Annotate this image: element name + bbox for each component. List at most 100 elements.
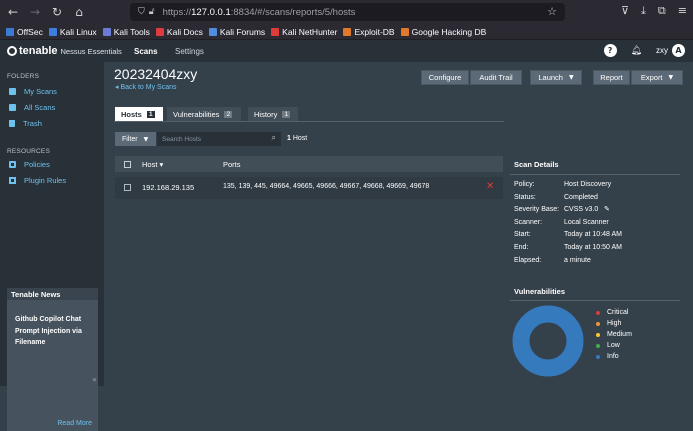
tab-vulnerabilities[interactable]: Vulnerabilities 2	[167, 107, 241, 121]
bookmark-label: Google Hacking DB	[411, 26, 487, 37]
sidebar-item-label: Plugin Rules	[24, 176, 67, 185]
sidebar-item-label: My Scans	[24, 87, 57, 96]
menu-icon[interactable]: ≡	[678, 4, 687, 18]
bookmark-favicon-icon	[102, 27, 111, 36]
detail-value: CVSS v3.0	[564, 206, 599, 214]
page-title: 20232404zxy	[114, 66, 198, 82]
sidebar-item-all-scans[interactable]: All Scans	[9, 103, 55, 112]
detail-value: a minute	[564, 256, 591, 264]
detail-label: Policy:	[514, 181, 535, 188]
configure-button[interactable]: Configure	[421, 70, 469, 85]
home-icon[interactable]: ⌂	[70, 5, 88, 19]
bookmark-item[interactable]: Google Hacking DB	[400, 26, 487, 37]
report-button[interactable]: Report	[593, 70, 630, 85]
bookmark-label: Kali Linux	[59, 26, 97, 37]
sidebar-item-trash[interactable]: Trash	[9, 119, 42, 128]
row-checkbox[interactable]	[124, 184, 131, 191]
legend-label: Info	[607, 353, 619, 360]
tab-label: Hosts	[121, 109, 142, 119]
app-header: tenable Nessus Essentials Scans Settings…	[0, 40, 693, 62]
legend-item[interactable]: Medium	[596, 331, 632, 338]
sidebar-item-plugin-rules[interactable]: Plugin Rules	[9, 176, 66, 185]
legend-item[interactable]: Info	[596, 353, 619, 360]
host-ip: 192.168.29.135	[142, 183, 195, 192]
bookmark-favicon-icon	[343, 27, 352, 36]
bookmark-item[interactable]: Kali Docs	[155, 27, 203, 37]
bookmarks-bar: OffSec Kali Linux Kali Tools Kali Docs Kali …	[0, 24, 693, 40]
forward-arrow-icon[interactable]: →	[26, 5, 44, 19]
detail-label: Status:	[514, 193, 536, 201]
resources-heading: RESOURCES	[7, 148, 50, 155]
search-hosts-input[interactable]	[160, 134, 260, 144]
select-all-checkbox[interactable]	[124, 161, 131, 168]
tenable-logo-icon	[7, 46, 17, 56]
tab-label: History	[254, 109, 278, 119]
shield-icon[interactable]: ⛉	[138, 7, 145, 17]
bookmark-item[interactable]: Exploit-DB	[343, 27, 395, 37]
tab-hosts[interactable]: Hosts 1	[115, 107, 163, 121]
browser-actions: ⊽ ⤓ ⧉ ≡	[621, 4, 687, 18]
bookmark-item[interactable]: Kali Tools	[102, 27, 150, 37]
bookmark-item[interactable]: Kali NetHunter	[271, 27, 337, 37]
bookmark-item[interactable]: OffSec	[6, 27, 43, 37]
lock-warning-icon[interactable]: 🔓︎	[149, 7, 155, 17]
news-headline[interactable]: Github Copilot Chat Prompt Injection via…	[15, 314, 95, 349]
host-count-word: Host	[292, 135, 308, 142]
bookmark-item[interactable]: Kali Linux	[48, 26, 97, 37]
address-bar[interactable]: ⛉ 🔓︎ https://127.0.0.1:8834/#/scans/repo…	[130, 3, 565, 21]
donut-segment-info[interactable]	[512, 305, 584, 377]
filter-button[interactable]: Filter ▼	[115, 132, 156, 146]
user-menu[interactable]: zxy A	[656, 44, 685, 57]
ports-column-header[interactable]: Ports	[223, 160, 241, 169]
detail-label: End:	[514, 244, 529, 251]
launch-button[interactable]: Launch ▼	[530, 70, 582, 85]
extensions-icon[interactable]: ⧉	[658, 4, 666, 18]
bookmark-item[interactable]: Kali Forums	[208, 27, 265, 37]
nav-scans[interactable]: Scans	[134, 47, 158, 56]
legend-item[interactable]: Critical	[596, 309, 628, 316]
legend-dot	[596, 310, 600, 315]
sidebar-item-my-scans[interactable]: My Scans	[9, 87, 57, 96]
tab-history[interactable]: History 1	[248, 107, 298, 121]
vulnerabilities-donut-chart[interactable]	[512, 305, 584, 377]
legend-item[interactable]: Low	[596, 342, 620, 349]
audit-trail-button[interactable]: Audit Trail	[470, 70, 522, 85]
host-count: 1 Host	[287, 135, 307, 142]
browser-toolbar: ← → ↻ ⌂ ⛉ 🔓︎ https://127.0.0.1:8834/#/sc…	[0, 0, 693, 24]
tab-count-badge: 1	[282, 110, 291, 118]
downloads-icon[interactable]: ⤓	[641, 4, 646, 18]
folder-icon	[9, 104, 16, 111]
url-text[interactable]: https://127.0.0.1:8834/#/scans/reports/5…	[163, 7, 356, 18]
back-arrow-icon[interactable]: ←	[4, 5, 22, 19]
notifications-bell-icon[interactable]: 🔔︎	[631, 46, 642, 56]
detail-value: Completed	[564, 193, 598, 201]
help-icon[interactable]: ?	[603, 44, 617, 57]
bookmark-favicon-icon	[155, 27, 164, 36]
legend-dot	[596, 332, 600, 337]
tenable-logo[interactable]: tenable Nessus Essentials	[7, 45, 122, 57]
back-to-my-scans-link[interactable]: ◂ Back to My Scans	[115, 83, 176, 91]
table-row[interactable]: 192.168.29.135 135, 139, 445, 49664, 496…	[115, 177, 503, 199]
filter-label: Filter	[122, 135, 138, 143]
search-icon[interactable]: ⌕	[272, 133, 276, 143]
read-more-link[interactable]: Read More	[57, 420, 92, 427]
legend-item[interactable]: High	[596, 320, 621, 327]
vulnerabilities-divider	[510, 300, 680, 301]
host-column-header[interactable]: Host ▾	[142, 160, 163, 169]
reload-icon[interactable]: ↻	[48, 5, 66, 19]
sidebar-item-label: All Scans	[24, 103, 56, 112]
user-name: zxy	[656, 46, 668, 55]
sidebar-item-policies[interactable]: Policies	[9, 160, 50, 169]
detail-label: Elapsed:	[514, 256, 542, 264]
delete-host-icon[interactable]: ✕	[486, 181, 494, 192]
nav-settings[interactable]: Settings	[175, 47, 204, 56]
edit-pencil-icon[interactable]: ✎	[604, 205, 610, 213]
export-button[interactable]: Export ▼	[631, 70, 683, 85]
search-box: ⌕	[157, 132, 281, 146]
pocket-icon[interactable]: ⊽	[621, 4, 629, 18]
scan-details-divider	[510, 174, 680, 175]
collapse-sidebar-icon[interactable]: «	[92, 375, 97, 384]
legend-label: High	[607, 320, 622, 327]
bookmark-star-icon[interactable]: ☆	[547, 5, 557, 18]
legend-label: Critical	[607, 309, 629, 316]
